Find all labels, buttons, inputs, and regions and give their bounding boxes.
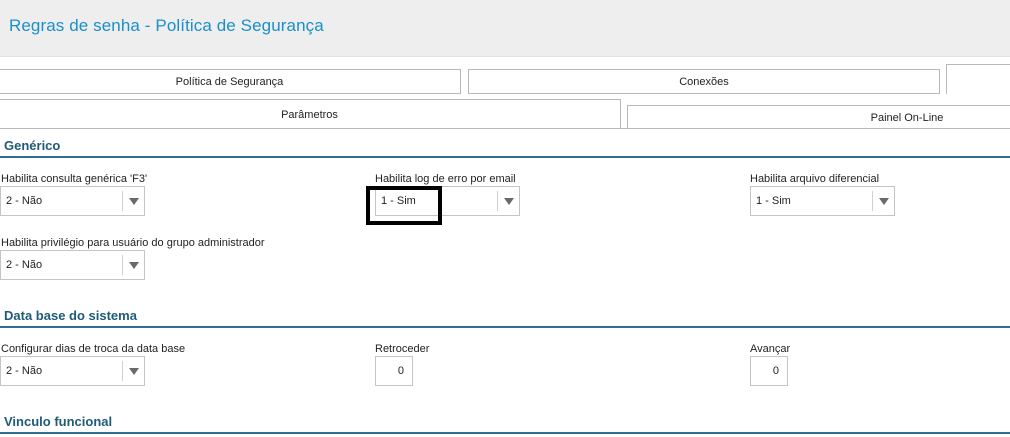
tab-label: Conexões	[679, 76, 729, 88]
select-value: 1 - Sim	[381, 195, 416, 207]
select-value: 1 - Sim	[756, 195, 791, 207]
tab-label: Política de Segurança	[175, 76, 284, 88]
retroceder-input[interactable]: 0	[375, 356, 413, 386]
section-divider	[0, 432, 1010, 434]
select-arquivo-diferencial[interactable]: 1 - Sim	[750, 186, 895, 216]
label-retroceder: Retroceder	[375, 343, 430, 355]
chevron-down-icon[interactable]	[879, 198, 889, 205]
chevron-down-icon[interactable]	[129, 262, 139, 269]
chevron-down-icon[interactable]	[504, 198, 514, 205]
section-title-generico: Genérico	[4, 138, 61, 153]
select-divider	[497, 191, 498, 211]
chevron-down-icon[interactable]	[129, 368, 139, 375]
tabbar-bottom-line	[0, 128, 1010, 129]
label-arquivo-diferencial: Habilita arquivo diferencial	[750, 173, 880, 185]
tab-active-top[interactable]	[946, 64, 1010, 94]
section-title-data-base: Data base do sistema	[4, 308, 137, 323]
tab-politica-seguranca[interactable]: Política de Segurança	[0, 69, 461, 94]
select-privilegio-admin[interactable]: 2 - Não	[0, 250, 145, 280]
section-title-vinculo: Vinculo funcional	[4, 414, 113, 429]
label-dias-troca: Configurar dias de troca da data base	[1, 343, 186, 355]
select-log-erro-email[interactable]: 1 - Sim	[375, 186, 520, 216]
window-header: Regras de senha - Política de Segurança	[0, 0, 1010, 57]
section-divider	[0, 326, 1010, 328]
select-divider	[122, 255, 123, 275]
chevron-down-icon[interactable]	[129, 198, 139, 205]
label-avancar: Avançar	[750, 343, 791, 355]
select-dias-troca[interactable]: 2 - Não	[0, 356, 145, 386]
tab-label: Parâmetros	[281, 109, 338, 121]
label-log-erro-email: Habilita log de erro por email	[375, 173, 516, 185]
select-value: 2 - Não	[6, 259, 43, 271]
avancar-input[interactable]: 0	[750, 356, 788, 386]
tab-label: Painel On-Line	[870, 112, 944, 124]
label-consulta-generica: Habilita consulta genérica 'F3'	[1, 173, 148, 185]
select-divider	[122, 361, 123, 381]
page-title: Regras de senha - Política de Segurança	[9, 16, 324, 35]
select-value: 2 - Não	[6, 365, 43, 377]
select-consulta-generica[interactable]: 2 - Não	[0, 186, 145, 216]
select-divider	[122, 191, 123, 211]
select-value: 2 - Não	[6, 195, 43, 207]
tab-conexoes[interactable]: Conexões	[468, 69, 940, 94]
select-divider	[872, 191, 873, 211]
tab-parametros[interactable]: Parâmetros	[0, 99, 621, 129]
section-divider	[0, 156, 1010, 158]
label-privilegio-admin: Habilita privilégio para usuário do grup…	[1, 237, 265, 249]
tab-painel-online[interactable]: Painel On-Line	[627, 105, 1010, 129]
